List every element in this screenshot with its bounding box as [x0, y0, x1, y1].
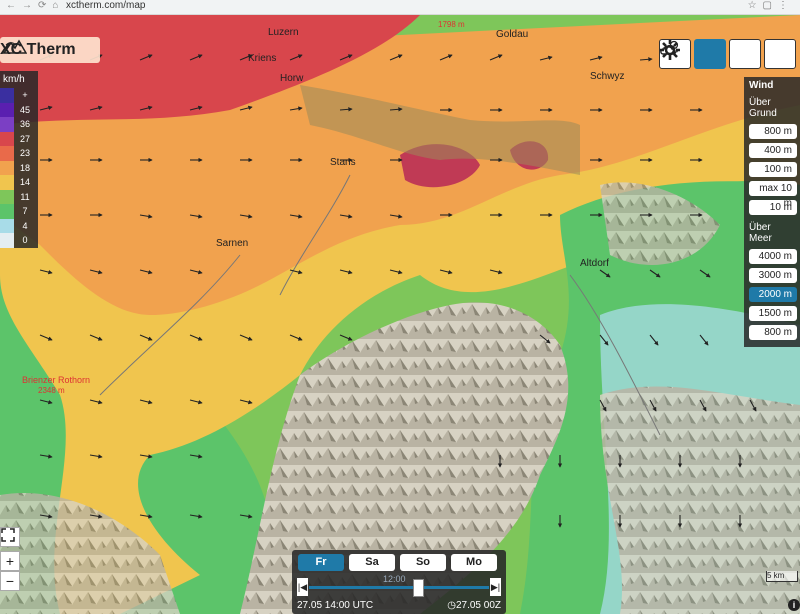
slider-start-button[interactable]: |◀ [297, 578, 308, 596]
wind-map-canvas[interactable]: Luzern Kriens Horw Goldau Schwyz Stans S… [0, 15, 800, 614]
info-icon[interactable]: i [788, 599, 800, 611]
place-kriens: Kriens [248, 53, 276, 64]
legend-swatch [0, 189, 14, 204]
peak-label-1: 1798 m [438, 20, 465, 29]
app-logo[interactable]: XC Therm [0, 37, 100, 63]
legend-unit: km/h [3, 74, 25, 85]
time-bar: Fr Sa So Mo |◀ 12:00 ▶| 27.05 14:00 UTC ◷27… [292, 550, 506, 614]
browser-url[interactable]: xctherm.com/map [66, 0, 145, 11]
day-tab[interactable]: Sa [349, 554, 395, 571]
legend-row: 4 [0, 218, 38, 233]
wind-panel: Wind Über Grund 800 m400 m100 mmax 10 m1… [744, 77, 800, 347]
altitude-option[interactable]: max 10 m [749, 181, 797, 209]
altitude-option[interactable]: 800 m [749, 325, 797, 340]
legend-swatch [0, 204, 14, 219]
slider-end-button[interactable]: ▶| [490, 578, 501, 596]
legend-swatch [0, 146, 14, 161]
day-tab[interactable]: Fr [298, 554, 344, 571]
place-stans: Stans [330, 157, 356, 168]
place-luzern: Luzern [268, 27, 299, 38]
day-tabs: Fr Sa So Mo [298, 554, 497, 571]
legend-swatch [0, 131, 14, 146]
legend-swatch [0, 218, 14, 233]
altitude-option[interactable]: 3000 m [749, 268, 797, 283]
legend-row: 0 [0, 233, 38, 248]
place-schwyz: Schwyz [590, 71, 624, 82]
altitude-option[interactable]: 1500 m [749, 306, 797, 321]
sea-label: Über Meer [749, 222, 772, 244]
legend-label: 4 [22, 220, 28, 231]
legend-label: 11 [20, 191, 30, 202]
place-altdorf: Altdorf [580, 258, 609, 269]
fullscreen-icon [1, 528, 15, 542]
browser-nav-icons[interactable]: ←→⟳⌂ [6, 0, 64, 11]
legend-row: 45 [0, 102, 38, 117]
ground-label: Über Grund [749, 97, 777, 119]
legend-label: + [22, 90, 28, 101]
wind-panel-title: Wind [749, 80, 774, 91]
wind-legend: km/h +45 36 27 23 18 14 11 7 4 0 [0, 71, 38, 248]
legend-swatch [0, 88, 14, 103]
altitude-option[interactable]: 10 m [749, 200, 797, 215]
altitude-option[interactable]: 400 m [749, 143, 797, 158]
slider-tooltip: 12:00 [383, 574, 406, 584]
legend-label: 23 [19, 148, 30, 159]
model-run: ◷27.05 00Z [447, 600, 501, 611]
scale-bar: 5 km [766, 571, 798, 582]
legend-row: + [0, 88, 38, 103]
place-goldau: Goldau [496, 29, 528, 40]
thunder-cloud-button[interactable] [660, 39, 761, 69]
browser-toolbar: ←→⟳⌂ xctherm.com/map ☆▢⋮ [0, 0, 800, 15]
peak-label-2: 2348 m [38, 386, 65, 395]
legend-label: 14 [19, 177, 30, 188]
legend-row: 14 [0, 175, 38, 190]
altitude-option[interactable]: 2000 m [749, 287, 797, 302]
map-view[interactable]: Luzern Kriens Horw Goldau Schwyz Stans S… [0, 15, 800, 614]
legend-label: 45 [19, 104, 30, 115]
current-time: 27.05 14:00 UTC [297, 600, 374, 611]
legend-row: 23 [0, 146, 38, 161]
legend-label: 36 [19, 119, 30, 130]
browser-extension-icons[interactable]: ☆▢⋮ [748, 0, 794, 11]
place-brienzer-rothorn: Brienzer Rothorn [22, 375, 90, 385]
place-sarnen: Sarnen [216, 238, 248, 249]
legend-row: 7 [0, 204, 38, 219]
place-horw: Horw [280, 73, 304, 84]
legend-row: 27 [0, 131, 38, 146]
clock-icon: ◷ [447, 600, 456, 611]
layer-controls [659, 39, 796, 69]
altitude-option[interactable]: 100 m [749, 162, 797, 177]
legend-label: 7 [22, 206, 28, 217]
zoom-in-button[interactable]: + [0, 551, 20, 571]
day-tab[interactable]: So [400, 554, 446, 571]
gear-icon [660, 40, 680, 60]
wind-layer-button[interactable] [661, 39, 726, 69]
day-tab[interactable]: Mo [451, 554, 497, 571]
legend-label: 18 [19, 162, 30, 173]
mountain-logo-icon [3, 39, 27, 54]
legend-swatch [0, 175, 14, 190]
altitude-option[interactable]: 800 m [749, 124, 797, 139]
fullscreen-button[interactable] [0, 527, 20, 547]
zoom-out-button[interactable]: − [0, 571, 20, 591]
legend-label: 0 [22, 235, 28, 246]
legend-row: 36 [0, 117, 38, 132]
legend-swatch [0, 102, 14, 117]
legend-label: 27 [19, 133, 30, 144]
model-run-label: 27.05 00Z [455, 600, 501, 611]
legend-swatch [0, 160, 14, 175]
slider-thumb[interactable] [413, 579, 424, 597]
legend-swatch [0, 233, 14, 248]
legend-swatch [0, 117, 14, 132]
slider-track[interactable] [309, 586, 489, 589]
legend-row: 11 [0, 189, 38, 204]
legend-row: 18 [0, 160, 38, 175]
time-slider[interactable]: |◀ 12:00 ▶| [297, 574, 501, 597]
settings-button[interactable] [660, 39, 796, 69]
altitude-option[interactable]: 4000 m [749, 249, 797, 264]
